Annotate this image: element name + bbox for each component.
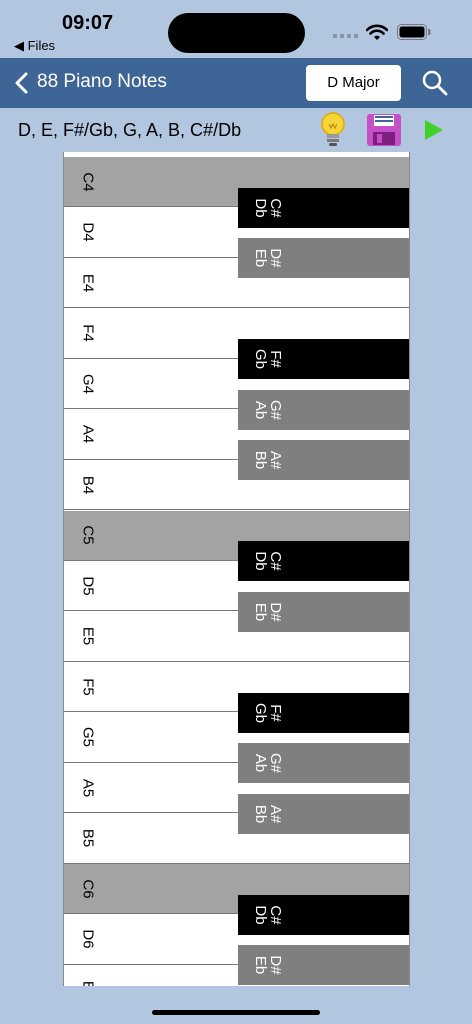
save-floppy-icon[interactable] — [366, 113, 402, 147]
wifi-icon — [366, 24, 388, 40]
white-key-label: B5 — [79, 828, 97, 848]
lightbulb-icon[interactable] — [316, 110, 350, 150]
white-key-label: C6 — [79, 878, 97, 899]
black-key-label: G# Ab — [252, 399, 284, 420]
black-key[interactable]: C# Db — [238, 187, 409, 228]
black-key[interactable]: F# Gb — [238, 339, 409, 379]
play-icon[interactable] — [424, 119, 444, 141]
white-key-label: C4 — [79, 171, 97, 192]
white-key-label: C5 — [79, 525, 97, 545]
white-key-label: A5 — [79, 778, 97, 797]
black-key-label: C# Db — [252, 904, 284, 925]
white-key-label: F5 — [79, 677, 97, 696]
scale-select-button[interactable]: D Major — [306, 65, 401, 101]
black-key[interactable]: C# Db — [238, 894, 409, 935]
status-bar: 09:07 ◀ Files — [0, 0, 472, 58]
white-key-label: E6 — [80, 980, 97, 986]
white-key-label: A4 — [79, 424, 97, 444]
scale-notes-text: D, E, F#/Gb, G, A, B, C#/Db — [18, 120, 242, 140]
black-key-label: F# Gb — [252, 702, 284, 723]
black-key-label: D# Eb — [252, 248, 284, 268]
battery-icon — [397, 24, 431, 40]
black-key[interactable]: A# Bb — [238, 440, 409, 480]
search-icon[interactable] — [421, 69, 449, 97]
white-key-label: D4 — [79, 222, 97, 242]
white-key-label: G4 — [79, 373, 97, 394]
home-indicator — [152, 1010, 320, 1015]
black-key[interactable]: D# Eb — [238, 945, 409, 985]
black-key-label: D# Eb — [252, 601, 284, 622]
black-key-label: D# Eb — [252, 955, 284, 975]
dynamic-island — [168, 13, 305, 53]
black-key-label: A# Bb — [252, 804, 284, 823]
black-key-label: C# Db — [252, 197, 284, 218]
piano-keyboard[interactable]: C4 D4 E4 F4 G4 A4 B4 C5 D5 E5 F5 G5 A5 B5 C6 D6 E6 C#Db D#… — [63, 152, 410, 986]
cellular-signal-icon — [333, 34, 359, 40]
black-key-label: F# Gb — [252, 348, 284, 370]
black-key[interactable]: A# Bb — [238, 793, 409, 834]
white-key-label: E4 — [79, 273, 97, 292]
black-key[interactable]: G# Ab — [238, 743, 409, 783]
white-key-label: E5 — [79, 626, 97, 646]
navigation-bar: 88 Piano Notes D Major — [0, 58, 472, 108]
status-time: 09:07 — [62, 12, 114, 34]
back-to-files-link[interactable]: ◀ Files — [14, 38, 55, 54]
black-key-label: G# Ab — [252, 752, 284, 774]
white-key-label: D6 — [79, 929, 97, 949]
black-key[interactable]: F# Gb — [238, 692, 409, 733]
black-key[interactable]: C# Db — [238, 541, 409, 581]
white-key-label: F4 — [79, 324, 97, 342]
back-chevron-icon[interactable] — [12, 71, 32, 95]
black-key-label: A# Bb — [252, 450, 284, 470]
black-key[interactable]: D# Eb — [238, 238, 409, 278]
nav-title[interactable]: 88 Piano Notes — [37, 71, 167, 93]
white-key-label: D5 — [79, 575, 97, 596]
black-key-label: C# Db — [252, 551, 284, 571]
white-key-label: G5 — [79, 726, 97, 748]
white-key-label: B4 — [79, 475, 97, 494]
black-key[interactable]: G# Ab — [238, 389, 409, 430]
black-key[interactable]: D# Eb — [238, 591, 409, 632]
